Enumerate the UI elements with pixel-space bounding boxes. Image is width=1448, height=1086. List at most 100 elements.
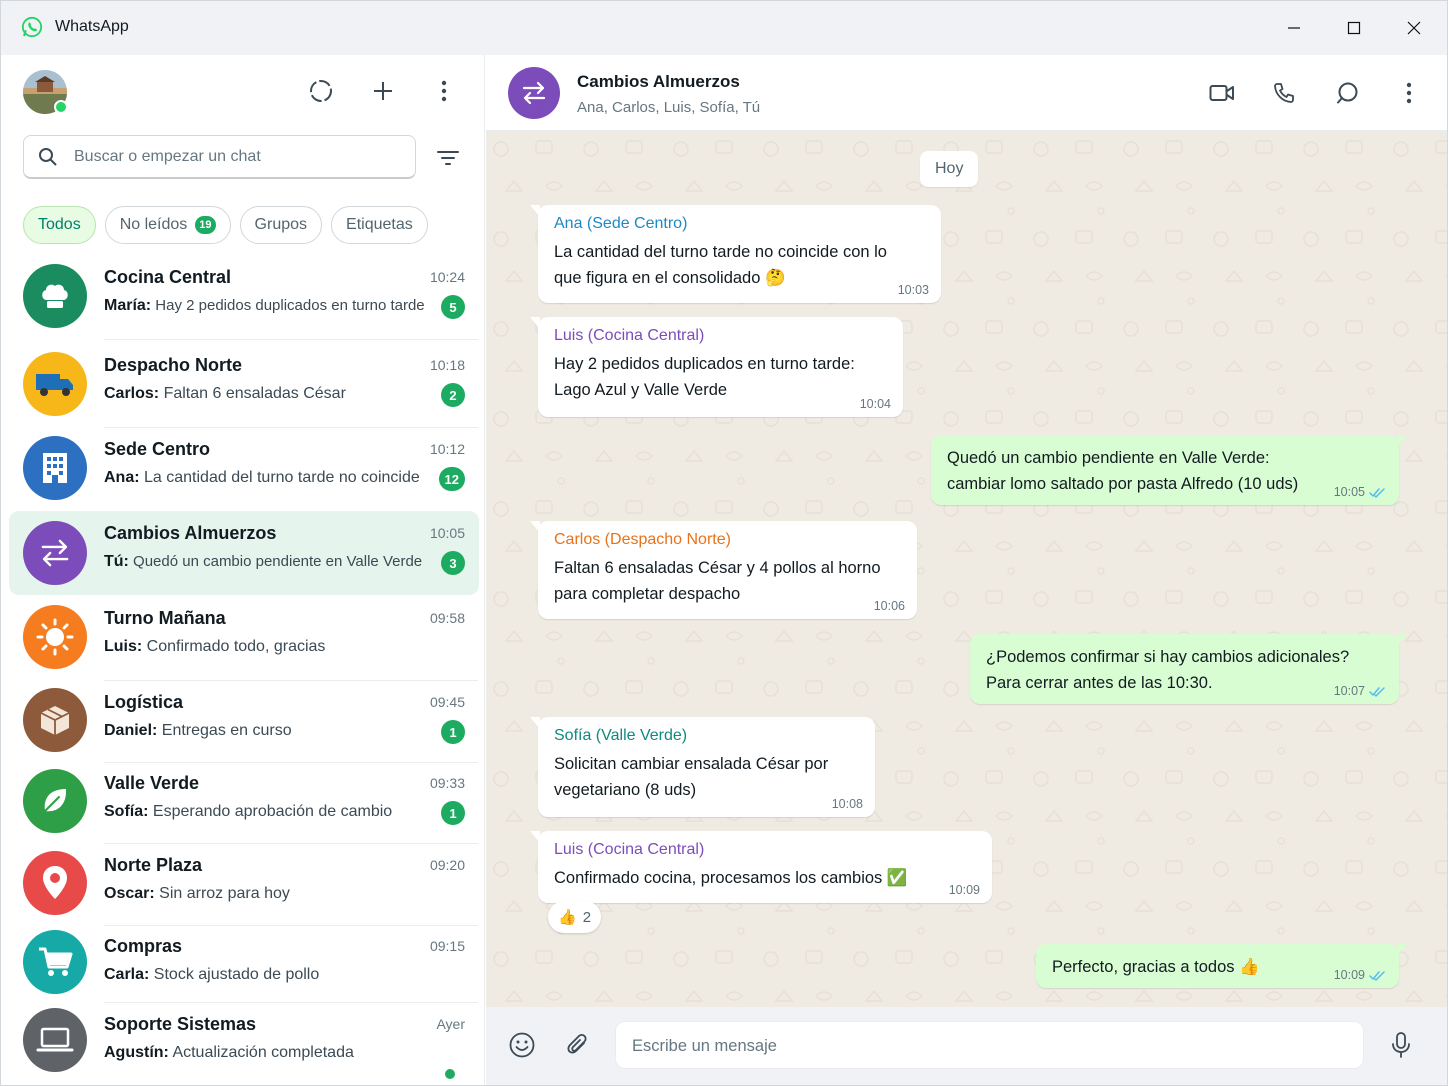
message-text: La cantidad del turno tarde no coincide …: [554, 239, 925, 291]
bubble-tail: [1397, 634, 1407, 646]
search-messages-button[interactable]: [1329, 75, 1365, 111]
message-input[interactable]: [632, 1033, 1332, 1059]
message-reaction[interactable]: 👍 2: [548, 901, 602, 933]
filter-chip-todos[interactable]: Todos: [23, 206, 96, 244]
filter-chip-label: No leídos: [119, 216, 188, 233]
message-time: 10:08: [831, 797, 863, 811]
chat-preview-sender: Sofía:: [104, 803, 149, 820]
message-time: 10:09: [948, 883, 980, 897]
message-text: ¿Podemos confirmar si hay cambios adicio…: [986, 644, 1383, 696]
message-sender[interactable]: Ana (Sede Centro): [554, 215, 925, 233]
message-input-field[interactable]: [615, 1021, 1364, 1069]
plus-icon: [374, 82, 392, 100]
group-avatar[interactable]: [508, 67, 560, 119]
conversation-menu-button[interactable]: [1391, 75, 1427, 111]
chat-list-item[interactable]: Cocina Central 10:24 María: Hay 2 pedidos …: [9, 255, 479, 337]
more-vertical-icon: [1406, 82, 1412, 104]
chat-preview: María: Hay 2 pedidos duplicados en turno…: [104, 297, 434, 315]
close-button[interactable]: [1391, 9, 1437, 47]
chat-name: Cocina Central: [104, 267, 232, 287]
chef-hat-icon: [37, 278, 73, 314]
unread-badge: 12: [438, 467, 465, 491]
outgoing-message[interactable]: Quedó un cambio pendiente en Valle Verde…: [931, 435, 1407, 505]
message-line: Lago Azul y Valle Verde: [554, 381, 728, 399]
minimize-icon: [1288, 27, 1300, 29]
message-meta: 10:08: [832, 797, 863, 811]
chat-list-item[interactable]: Logística 09:45 Daniel: Entregas en curso 1: [9, 680, 479, 760]
box-icon: [37, 702, 73, 738]
chat-avatar: [23, 521, 87, 585]
message-text: Confirmado cocina, procesamos los cambio…: [554, 865, 976, 891]
filter-chip-grupos[interactable]: Grupos: [239, 206, 323, 244]
outgoing-message[interactable]: Perfecto, gracias a todos 👍 10:09: [1036, 944, 1407, 988]
chat-time: Ayer: [436, 1016, 465, 1032]
filter-chip-etiquetas[interactable]: Etiquetas: [331, 206, 428, 244]
chat-preview-sender: Luis:: [104, 638, 143, 655]
filter-chip-no-leidos[interactable]: No leídos 19: [104, 206, 231, 244]
search-input[interactable]: [74, 144, 404, 170]
voice-message-button[interactable]: [1383, 1027, 1419, 1063]
chat-preview-sender: Tú:: [104, 553, 129, 570]
chat-avatar: [23, 769, 87, 833]
chat-preview-text: Faltan 6 ensaladas César: [159, 385, 346, 402]
incoming-message[interactable]: Ana (Sede Centro) La cantidad del turno t…: [530, 205, 941, 303]
online-status-dot: [54, 100, 68, 114]
chat-list-item[interactable]: Turno Mañana 09:58 Luis: Confirmado todo, …: [9, 596, 479, 678]
bubble-tail: [530, 717, 540, 729]
chat-list-item[interactable]: Compras 09:15 Carla: Stock ajustado de pol…: [9, 924, 479, 1000]
phone-icon: [1274, 83, 1294, 103]
chat-list-item[interactable]: Valle Verde 09:33 Sofía: Esperando aprobac…: [9, 761, 479, 841]
conversation-members: Ana, Carlos, Luis, Sofía, Tú: [577, 99, 761, 116]
chat-avatar: [23, 605, 87, 669]
emoji-button[interactable]: [504, 1027, 540, 1063]
chat-list-item[interactable]: Cambios Almuerzos 10:05 Tú: Quedó un cambi…: [9, 511, 479, 595]
chat-list-pane: Todos No leídos 19 Grupos Etiquetas Cocin…: [1, 55, 485, 1085]
chat-list-item[interactable]: Despacho Norte 10:18 Carlos: Faltan 6 ensa…: [9, 343, 479, 425]
message-sender[interactable]: Sofía (Valle Verde): [554, 727, 859, 745]
incoming-message[interactable]: Sofía (Valle Verde) Solicitan cambiar ens…: [530, 717, 875, 817]
message-sender[interactable]: Carlos (Despacho Norte): [554, 531, 901, 549]
close-icon: [1407, 21, 1421, 35]
message-meta: 10:03: [898, 283, 929, 297]
minimize-button[interactable]: [1271, 9, 1317, 47]
chat-preview: Carlos: Faltan 6 ensaladas César: [104, 385, 434, 403]
new-chat-button[interactable]: [365, 73, 401, 109]
chat-preview-text: Esperando aprobación de cambio: [148, 803, 393, 820]
incoming-message[interactable]: Luis (Cocina Central) Hay 2 pedidos dupli…: [530, 317, 903, 417]
voice-call-button[interactable]: [1266, 75, 1302, 111]
message-meta: 10:04: [860, 397, 891, 411]
chat-list-item[interactable]: Norte Plaza 09:20 Oscar: Sin arroz para ho…: [9, 843, 479, 923]
incoming-message[interactable]: Carlos (Despacho Norte) Faltan 6 ensalada…: [530, 521, 917, 619]
attach-button[interactable]: [560, 1027, 596, 1063]
sidebar-menu-button[interactable]: [426, 73, 462, 109]
outgoing-message[interactable]: ¿Podemos confirmar si hay cambios adicio…: [970, 634, 1407, 704]
chat-time: 10:18: [429, 357, 465, 373]
chat-avatar: [23, 264, 87, 328]
message-meta: 10:06: [874, 599, 905, 613]
filter-chip-label: Todos: [38, 216, 81, 233]
message-line: para completar despacho: [554, 585, 741, 603]
filter-button[interactable]: [433, 143, 463, 173]
message-sender[interactable]: Luis (Cocina Central): [554, 327, 887, 345]
message-sender[interactable]: Luis (Cocina Central): [554, 841, 976, 859]
video-call-button[interactable]: [1204, 75, 1240, 111]
message-line: Faltan 6 ensaladas César y 4 pollos al h…: [554, 559, 881, 577]
conversation-header[interactable]: Cambios Almuerzos Ana, Carlos, Luis, Sof…: [486, 55, 1447, 131]
chat-name: Despacho Norte: [104, 355, 243, 375]
search-field[interactable]: [23, 135, 416, 179]
chat-name: Logística: [104, 692, 184, 712]
read-receipt-icon: [1369, 487, 1385, 498]
chat-preview: Luis: Confirmado todo, gracias: [104, 638, 434, 656]
chat-avatar: [23, 688, 87, 752]
title-bar: WhatsApp: [1, 1, 1447, 55]
chat-list-item[interactable]: Soporte Sistemas Ayer Agustín: Actualizaci…: [9, 1002, 479, 1078]
chat-preview-sender: María:: [104, 297, 152, 314]
chat-name: Valle Verde: [104, 773, 200, 793]
chat-name: Turno Mañana: [104, 608, 226, 628]
status-button[interactable]: [303, 73, 339, 109]
video-camera-icon: [1209, 85, 1234, 101]
maximize-button[interactable]: [1331, 9, 1377, 47]
incoming-message[interactable]: Luis (Cocina Central) Confirmado cocina, …: [530, 831, 992, 903]
chat-time: 10:12: [429, 441, 465, 457]
chat-list-item[interactable]: Sede Centro 10:12 Ana: La cantidad del tur…: [9, 427, 479, 509]
